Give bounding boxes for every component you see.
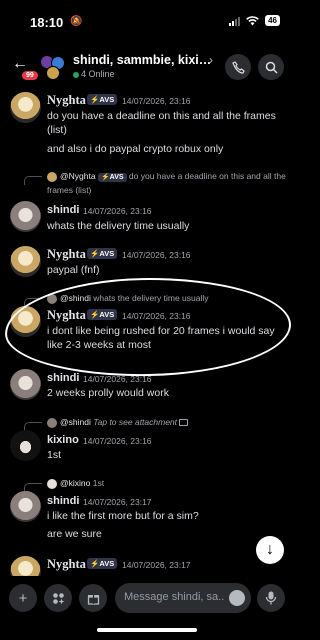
phone-icon [231, 60, 245, 74]
voice-message-button[interactable] [257, 584, 285, 612]
jump-to-bottom-button[interactable]: ↓ [256, 536, 284, 564]
message-text: 1st [47, 449, 62, 461]
reply-preview[interactable]: @kixino 1st [47, 477, 287, 489]
author-name[interactable]: Nyghta [47, 557, 86, 572]
avatar[interactable] [10, 92, 41, 123]
reply-preview[interactable]: @Nyghta ⚡AVS do you have a deadline on t… [47, 170, 287, 196]
bell-muted-icon: 🔕 [70, 16, 83, 27]
hand-drawn-circle-annotation [4, 275, 292, 379]
image-attachment-icon [179, 419, 189, 427]
group-avatar[interactable] [40, 55, 66, 81]
timestamp: 14/07/2026, 23:16 [122, 250, 191, 260]
arrow-down-icon: ↓ [266, 541, 274, 558]
message-text: do you have a deadline on this and all t… [47, 110, 276, 136]
avatar[interactable] [10, 430, 41, 461]
plus-icon: + [18, 589, 28, 607]
timestamp: 14/07/2026, 23:17 [83, 497, 152, 507]
tag-badge: ⚡AVS [87, 558, 118, 569]
emoji-icon[interactable] [229, 590, 245, 606]
message-input[interactable] [124, 591, 224, 603]
status-time: 18:10 [30, 15, 64, 30]
chat-title[interactable]: shindi, sammbie, kixi… [73, 53, 211, 67]
message-input-box[interactable] [115, 583, 251, 613]
gift-icon [87, 594, 99, 605]
battery-icon: 46 [265, 15, 280, 26]
chevron-right-icon[interactable]: › [209, 53, 213, 67]
reply-preview[interactable]: @shindi Tap to see attachment [47, 416, 287, 428]
timestamp: 14/07/2026, 23:17 [122, 560, 191, 570]
reply-avatar [47, 478, 57, 489]
apps-button[interactable] [44, 584, 72, 612]
wifi-icon [246, 15, 259, 25]
author-name[interactable]: shindi [47, 495, 79, 507]
status-bar: 18:10 🔕 46 [0, 0, 294, 44]
author-name[interactable]: shindi [47, 372, 79, 384]
microphone-icon [265, 591, 277, 605]
search-button[interactable] [258, 54, 284, 80]
reply-avatar [47, 417, 57, 428]
message-text: paypal (fnf) [47, 264, 100, 276]
avatar[interactable] [10, 201, 41, 232]
author-name[interactable]: shindi [47, 204, 79, 216]
timestamp: 14/07/2026, 23:16 [83, 206, 152, 216]
gift-button[interactable] [79, 584, 107, 612]
timestamp: 14/07/2026, 23:16 [83, 374, 152, 384]
message-text: 2 weeks prolly would work [47, 387, 169, 399]
tag-badge: ⚡AVS [87, 248, 118, 259]
timestamp: 14/07/2026, 23:16 [83, 436, 152, 446]
search-icon [265, 61, 278, 74]
online-dot-icon [73, 71, 79, 78]
timestamp: 14/07/2026, 23:16 [122, 96, 191, 106]
message-text: i like the first more but for a sim? [47, 510, 199, 522]
unread-badge: 99 [22, 71, 38, 80]
message-text: whats the delivery time usually [47, 220, 190, 232]
avatar[interactable] [10, 491, 41, 522]
author-name[interactable]: Nyghta [47, 93, 86, 108]
online-count: 4 Online [73, 69, 115, 79]
chat-header: ← 99 shindi, sammbie, kixi… › 4 Online [0, 44, 294, 94]
cellular-signal-icon [229, 16, 241, 26]
avatar[interactable] [10, 246, 41, 277]
reply-avatar [47, 171, 57, 182]
author-name[interactable]: kixino [47, 434, 79, 446]
message-text: are we sure [47, 528, 102, 540]
message-text: and also i do paypal crypto robux only [47, 143, 224, 155]
apps-icon [52, 592, 64, 604]
tag-badge: ⚡AVS [87, 94, 118, 105]
call-button[interactable] [225, 54, 251, 80]
add-attachment-button[interactable]: + [9, 584, 37, 612]
avatar[interactable] [10, 369, 41, 400]
home-indicator [97, 628, 197, 632]
author-name[interactable]: Nyghta [47, 247, 86, 262]
